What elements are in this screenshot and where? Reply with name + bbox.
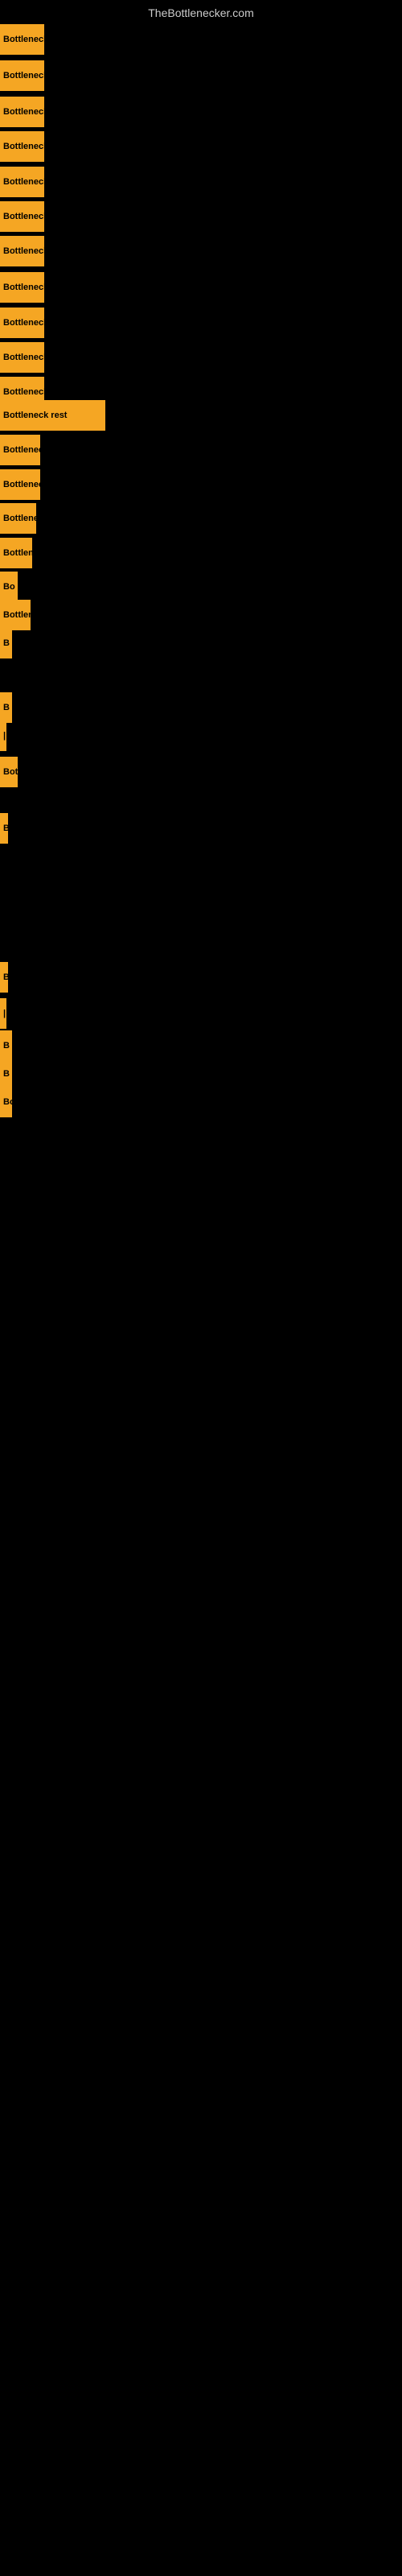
bottleneck-bar-label: Bottleneck resu: [3, 107, 44, 117]
bottleneck-bar-label: Bo: [3, 1097, 12, 1107]
bottleneck-bar: B: [0, 1059, 12, 1089]
bottleneck-bar: Bottleneck resu: [0, 24, 44, 55]
bottleneck-bar-label: Bottlen: [3, 610, 31, 620]
bottleneck-bar-label: Bottleneck resu: [3, 318, 44, 328]
bottleneck-bar-label: Bottleneck resu: [3, 283, 44, 292]
bottleneck-bar: Bottleneck resu: [0, 60, 44, 91]
bottleneck-bar-label: B: [3, 824, 8, 833]
bottleneck-bar: B: [0, 1030, 12, 1061]
bottleneck-bar-label: Bottleneck resu: [3, 387, 44, 397]
bottleneck-bar: Bottleneck r: [0, 503, 36, 534]
bottleneck-bar: Bottleneck rest: [0, 400, 105, 431]
bottleneck-bar-label: B: [3, 703, 10, 712]
bottleneck-bar-label: B: [3, 1041, 10, 1051]
bottleneck-bar-label: Bottlene: [3, 548, 32, 558]
bottleneck-bar: Bottlene: [0, 538, 32, 568]
bottleneck-bar-label: Bottleneck resu: [3, 71, 44, 80]
bottleneck-bar: Bottleneck resu: [0, 272, 44, 303]
bottleneck-bar: B: [0, 962, 8, 993]
bottleneck-bar: |: [0, 720, 6, 751]
bottleneck-bar: Bottleneck resu: [0, 131, 44, 162]
bottleneck-bar-label: |: [3, 731, 6, 741]
bottleneck-bar-label: Bo: [3, 582, 15, 592]
bottleneck-bar-label: Bottleneck r: [3, 514, 36, 523]
bottleneck-bar: Bott: [0, 757, 18, 787]
bottleneck-bar-label: B: [3, 1069, 10, 1079]
bottleneck-bar-label: Bottleneck resu: [3, 246, 44, 256]
bottleneck-bar-label: Bottleneck resu: [3, 212, 44, 221]
bottleneck-bar-label: Bottleneck resu: [3, 177, 44, 187]
bottleneck-bar-label: Bottleneck resu: [3, 353, 44, 362]
bottleneck-bar: Bottlen: [0, 600, 31, 630]
bottleneck-bar-label: B: [3, 638, 10, 648]
bottleneck-bar: Bottleneck r: [0, 435, 40, 465]
bottleneck-bar-label: Bottleneck resu: [3, 35, 44, 44]
bottleneck-bar: Bottleneck re: [0, 469, 40, 500]
bottleneck-bar-label: B: [3, 972, 8, 982]
bottleneck-bar: B: [0, 628, 12, 658]
bottleneck-bar: B: [0, 692, 12, 723]
bottleneck-bar: Bottleneck resu: [0, 97, 44, 127]
bottleneck-bar: Bo: [0, 572, 18, 602]
bottleneck-bar: Bo: [0, 1087, 12, 1117]
bottleneck-bar-label: Bottleneck rest: [3, 411, 67, 420]
bottleneck-bar-label: Bott: [3, 767, 18, 777]
bottleneck-bar: Bottleneck resu: [0, 167, 44, 197]
bottleneck-bar-label: Bottleneck re: [3, 480, 40, 489]
bottleneck-bar: Bottleneck resu: [0, 342, 44, 373]
bottleneck-bar-label: Bottleneck r: [3, 445, 40, 455]
bottleneck-bar: Bottleneck resu: [0, 236, 44, 266]
bottleneck-bar-label: |: [3, 1009, 6, 1018]
bottleneck-bar: B: [0, 813, 8, 844]
bottleneck-bar: Bottleneck resu: [0, 201, 44, 232]
bottleneck-bar: |: [0, 998, 6, 1029]
site-title: TheBottlenecker.com: [0, 6, 402, 19]
bottleneck-bar-label: Bottleneck resu: [3, 142, 44, 151]
bottleneck-bar: Bottleneck resu: [0, 308, 44, 338]
